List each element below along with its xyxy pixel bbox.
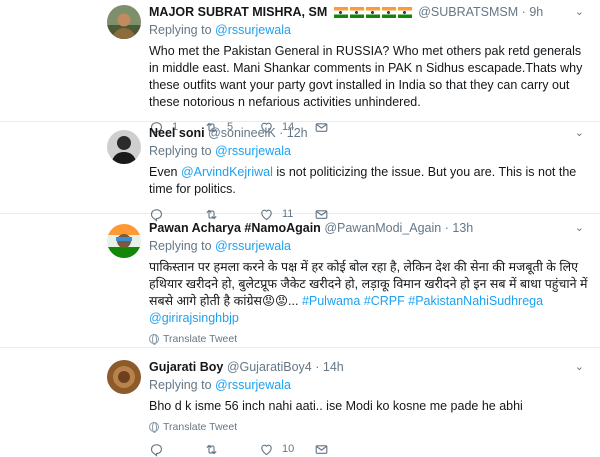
- hashtag-link[interactable]: #Pulwama: [302, 294, 360, 308]
- tweet-timestamp[interactable]: 12h: [287, 126, 308, 140]
- translate-tweet-link[interactable]: Translate Tweet: [149, 333, 590, 345]
- replying-to: Replying to @rssurjewala: [149, 239, 291, 253]
- author-handle[interactable]: @SUBRATSMSM: [418, 5, 518, 19]
- avatar[interactable]: [107, 5, 141, 39]
- replying-to: Replying to @rssurjewala: [149, 378, 291, 392]
- tweet-4[interactable]: Gujarati Boy @GujaratiBoy4 · 14h ⌄ Reply…: [0, 348, 600, 450]
- india-flag-icon: [333, 6, 414, 22]
- globe-icon: [149, 422, 159, 433]
- tweet-timestamp[interactable]: 9h: [529, 5, 543, 19]
- chevron-down-icon[interactable]: ⌄: [575, 359, 584, 375]
- replying-to: Replying to @rssurjewala: [149, 144, 291, 158]
- author-name[interactable]: MAJOR SUBRAT MISHRA, SM: [149, 5, 327, 19]
- tweet-1[interactable]: MAJOR SUBRAT MISHRA, SM @SUBRATSMSM · 9h…: [0, 0, 600, 122]
- like-icon: [259, 442, 274, 457]
- hashtag-link[interactable]: #PakistanNahiSudhrega: [408, 294, 543, 308]
- avatar[interactable]: [107, 360, 141, 394]
- author-name[interactable]: Pawan Acharya #NamoAgain: [149, 221, 321, 235]
- author-handle[interactable]: @sonineelK: [208, 126, 276, 140]
- retweet-icon: [204, 442, 219, 457]
- message-button[interactable]: [314, 442, 369, 457]
- reply-to-link[interactable]: @rssurjewala: [215, 144, 291, 158]
- tweet-text: Bho d k isme 56 inch nahi aati.. ise Mod…: [149, 399, 523, 413]
- tweet-text: Who met the Pakistan General in RUSSIA? …: [149, 44, 583, 109]
- tweet-timestamp[interactable]: 14h: [323, 360, 344, 374]
- globe-icon: [149, 334, 159, 345]
- reply-icon: [149, 442, 164, 457]
- like-button[interactable]: 10: [259, 442, 314, 457]
- hashtag-link[interactable]: #CRPF: [364, 294, 405, 308]
- translate-tweet-link[interactable]: Translate Tweet: [149, 421, 590, 433]
- author-name[interactable]: Neel soni: [149, 126, 205, 140]
- chevron-down-icon[interactable]: ⌄: [575, 220, 584, 236]
- tweet-actions: 10: [149, 441, 590, 457]
- author-handle[interactable]: @PawanModi_Again: [324, 221, 441, 235]
- mention-link[interactable]: @girirajsinghbjp: [149, 311, 239, 325]
- reply-to-link[interactable]: @rssurjewala: [215, 23, 291, 37]
- reply-to-link[interactable]: @rssurjewala: [215, 239, 291, 253]
- tweet-text: पाकिस्तान पर हमला करने के पक्ष में हर को…: [149, 260, 588, 325]
- reply-button[interactable]: [149, 442, 204, 457]
- replying-to: Replying to @rssurjewala: [149, 23, 291, 37]
- author-name[interactable]: Gujarati Boy: [149, 360, 223, 374]
- retweet-button[interactable]: [204, 442, 259, 457]
- mention-link[interactable]: @ArvindKejriwal: [181, 165, 273, 179]
- avatar[interactable]: [107, 130, 141, 164]
- chevron-down-icon[interactable]: ⌄: [575, 125, 584, 141]
- reply-to-link[interactable]: @rssurjewala: [215, 378, 291, 392]
- tweet-timestamp[interactable]: 13h: [452, 221, 473, 235]
- tweet-3[interactable]: Pawan Acharya #NamoAgain @PawanModi_Agai…: [0, 214, 600, 348]
- angry-emoji: 😡😡: [261, 294, 289, 308]
- like-count: 10: [282, 443, 295, 455]
- avatar[interactable]: [107, 224, 141, 258]
- tweet-text: Even @ArvindKejriwal is not politicizing…: [149, 165, 577, 196]
- message-icon: [314, 442, 329, 457]
- tweet-2[interactable]: Neel soni @sonineelK · 12h ⌄ Replying to…: [0, 122, 600, 214]
- chevron-down-icon[interactable]: ⌄: [575, 4, 584, 20]
- author-handle[interactable]: @GujaratiBoy4: [227, 360, 312, 374]
